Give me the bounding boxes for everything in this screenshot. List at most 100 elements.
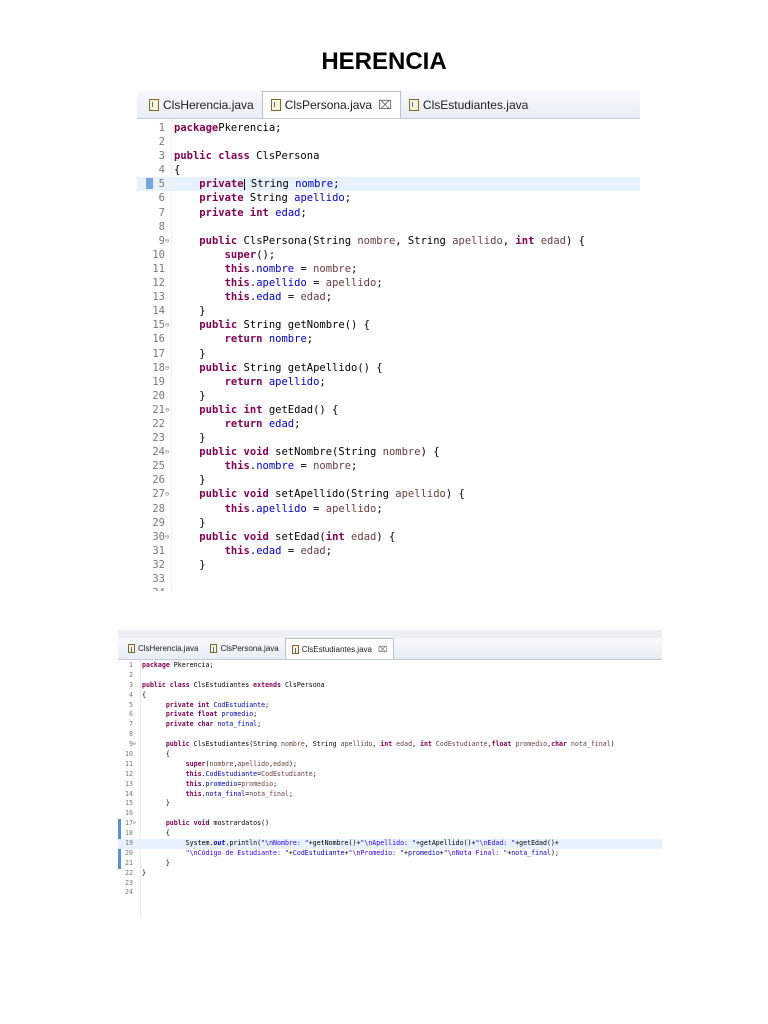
code-line[interactable]: 24 ⊖ public void setNombre(String nombre)… <box>137 445 640 459</box>
code-line[interactable]: 5 private String nombre; <box>137 177 640 192</box>
code-text: public int getEdad() { <box>174 403 338 417</box>
fold-toggle-icon[interactable]: ⊖ <box>165 361 169 375</box>
code-line[interactable]: 14 } <box>137 304 640 318</box>
code-line[interactable]: 34 <box>137 586 640 591</box>
fold-toggle-icon[interactable]: ⊖ <box>133 819 136 829</box>
code-token: private <box>199 178 244 191</box>
code-line[interactable]: 2 <box>118 671 662 681</box>
fold-toggle-icon[interactable]: ⊖ <box>165 403 169 417</box>
code-line[interactable]: 20 "\nCódigo de Estudiante: "+CodEstudia… <box>118 849 662 859</box>
fold-toggle-icon[interactable]: ⊖ <box>165 445 169 459</box>
code-line[interactable]: 16 <box>118 809 662 819</box>
line-number: 7 <box>158 206 165 219</box>
code-line[interactable]: 4{ <box>137 163 640 177</box>
code-line[interactable]: 1 packagePkerencia; <box>137 121 640 135</box>
code-line[interactable]: 15 ⊖ public String getNombre() { <box>137 318 640 332</box>
code-line[interactable]: 11 super(nombre,apellido,edad); <box>118 760 662 770</box>
code-line[interactable]: 29 } <box>137 516 640 530</box>
fold-toggle-icon[interactable]: ⊖ <box>165 487 169 501</box>
editor-tab[interactable]: ClsPersona.java ⌧ <box>261 91 401 118</box>
code-line[interactable]: 26 } <box>137 473 640 487</box>
code-line[interactable]: 28 this.apellido = apellido; <box>137 502 640 516</box>
code-line[interactable]: 2 <box>137 135 640 149</box>
code-line[interactable]: 33 <box>137 572 640 586</box>
code-line[interactable]: 9 ⊖ public ClsEstudiantes(String nombre, … <box>118 740 662 750</box>
code-line[interactable]: 8 <box>137 220 640 234</box>
fold-toggle-icon[interactable]: ⊖ <box>165 318 169 332</box>
editor-tab[interactable]: ClsPersona.java <box>204 638 284 659</box>
code-token: apellido <box>268 375 320 388</box>
code-line[interactable]: 31 this.edad = edad; <box>137 544 640 558</box>
code-token: public <box>199 319 238 332</box>
close-tab-icon[interactable]: ⌧ <box>378 645 387 654</box>
code-line[interactable]: 12 this.CodEstudiante=CodEstudiante; <box>118 770 662 780</box>
code-token: edad <box>273 759 289 768</box>
code-line[interactable]: 8 <box>118 730 662 740</box>
code-line[interactable]: 14 this.nota_final=nota_final; <box>118 790 662 800</box>
code-line[interactable]: 1 package Pkerencia; <box>118 661 662 671</box>
code-line[interactable]: 21 ⊖ public int getEdad() { <box>137 403 640 417</box>
code-token: this <box>224 460 250 473</box>
code-line[interactable]: 27 ⊖ public void setApellido(String apell… <box>137 487 640 501</box>
code-line[interactable]: 23 <box>118 879 662 889</box>
code-area[interactable]: 1 packagePkerencia; 2 3 public class ClsPers… <box>137 119 640 591</box>
code-line[interactable]: 7 private char nota_final; <box>118 720 662 730</box>
code-text: this.CodEstudiante=CodEstudiante; <box>142 770 317 780</box>
code-line[interactable]: 10 super(); <box>137 248 640 262</box>
line-number: 6 <box>158 192 165 205</box>
code-token: setEdad( <box>268 530 326 543</box>
code-line[interactable]: 30 ⊖ public void setEdad(int edad) { <box>137 530 640 544</box>
fold-toggle-icon[interactable]: ⊖ <box>165 530 169 544</box>
code-line[interactable]: 13 this.edad = edad; <box>137 290 640 304</box>
line-number: 14 <box>125 789 133 798</box>
code-token: out <box>213 839 226 848</box>
editor-tab[interactable]: ClsEstudiantes.java <box>401 91 536 118</box>
code-token: this <box>185 789 202 798</box>
code-line[interactable]: 3 public class ClsEstudiantes extends Cls… <box>118 681 662 691</box>
code-line[interactable]: 15 } <box>118 799 662 809</box>
code-line[interactable]: 12 this.apellido = apellido; <box>137 276 640 290</box>
code-line[interactable]: 22 return edad; <box>137 417 640 431</box>
line-number: 30 <box>152 530 165 543</box>
code-line[interactable]: 19 System.out.println("\nNombre: "+getNo… <box>118 839 662 849</box>
code-line[interactable]: 20 } <box>137 389 640 403</box>
code-line[interactable]: 24 <box>118 888 662 898</box>
code-line[interactable]: 5 private int CodEstudiante; <box>118 701 662 711</box>
editor-tab[interactable]: ClsEstudiantes.java ⌧ <box>284 638 395 659</box>
line-number: 25 <box>152 460 165 473</box>
code-line[interactable]: 16 return nombre; <box>137 332 640 346</box>
code-line[interactable]: 4{ <box>118 691 662 701</box>
code-token: ) { <box>445 488 465 501</box>
code-editor-estudiantes[interactable]: ClsHerencia.java ClsPersona.java ClsEstudi… <box>118 630 662 918</box>
code-line[interactable]: 18 ⊖ public String getApellido() { <box>137 361 640 375</box>
code-line[interactable]: 19 return apellido; <box>137 375 640 389</box>
code-line[interactable]: 6 private String apellido; <box>137 191 640 205</box>
code-line[interactable]: 10 { <box>118 750 662 760</box>
code-line[interactable]: 11 this.nombre = nombre; <box>137 262 640 276</box>
code-line[interactable]: 32 } <box>137 558 640 572</box>
code-line[interactable]: 13 this.promedio=promedio; <box>118 780 662 790</box>
code-line[interactable]: 3 public class ClsPersona <box>137 149 640 163</box>
code-line[interactable]: 6 private float promedio; <box>118 710 662 720</box>
fold-toggle-icon[interactable]: ⊖ <box>133 740 136 750</box>
line-number: 12 <box>125 769 133 778</box>
code-line[interactable]: 7 private int edad; <box>137 206 640 220</box>
code-line[interactable]: 25 this.nombre = nombre; <box>137 459 640 473</box>
code-token: , String <box>304 740 341 749</box>
code-line[interactable]: 18 { <box>118 829 662 839</box>
line-number: 8 <box>158 220 165 233</box>
fold-toggle-icon[interactable]: ⊖ <box>165 234 169 248</box>
editor-tab[interactable]: ClsHerencia.java <box>141 91 262 118</box>
code-line[interactable]: 9 ⊖ public ClsPersona(String nombre, Stri… <box>137 234 640 248</box>
code-token: private int <box>165 700 210 709</box>
code-line[interactable]: 23 } <box>137 431 640 445</box>
code-area[interactable]: 1 package Pkerencia; 2 3 public class ClsEst… <box>118 660 662 918</box>
code-line[interactable]: 21 } <box>118 859 662 869</box>
editor-tab[interactable]: ClsHerencia.java <box>122 638 204 659</box>
code-line[interactable]: 17 ⊖ public void mostrardatos() <box>118 819 662 829</box>
code-line[interactable]: 22} <box>118 869 662 879</box>
code-line[interactable]: 17 } <box>137 347 640 361</box>
code-editor-persona[interactable]: ClsHerencia.java ClsPersona.java ⌧ ClsEstud… <box>137 91 640 591</box>
close-tab-icon[interactable]: ⌧ <box>378 98 392 112</box>
code-token: nombre <box>280 740 305 749</box>
